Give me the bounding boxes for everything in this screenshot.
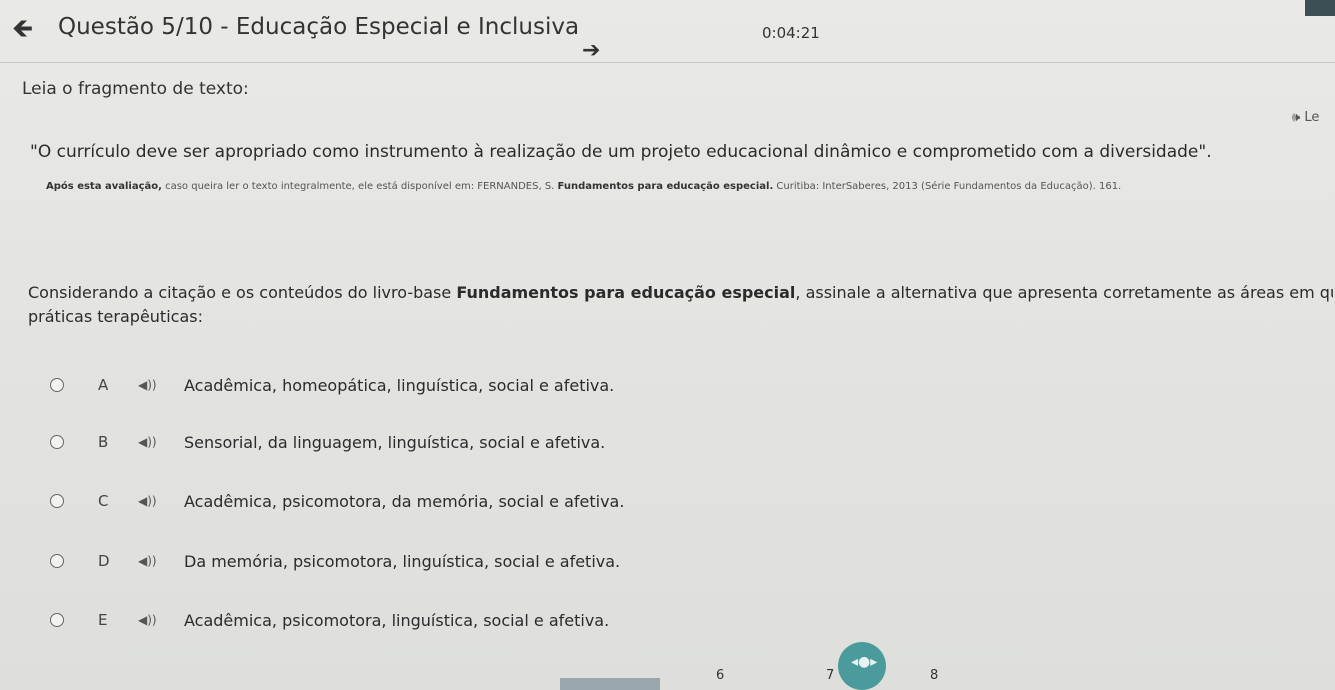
quote-text: "O currículo deve ser apropriado como in… bbox=[30, 142, 1212, 162]
radio-button[interactable] bbox=[50, 378, 64, 392]
option-c[interactable]: C ◀)) Acadêmica, psicomotora, da memória… bbox=[50, 489, 624, 513]
speaker-icon[interactable]: ◀)) bbox=[138, 435, 157, 449]
page-button-6[interactable]: 6 bbox=[716, 668, 724, 683]
option-letter: D bbox=[98, 552, 110, 570]
option-letter: A bbox=[98, 376, 109, 394]
source-tail: Curitiba: InterSaberes, 2013 (Série Fund… bbox=[773, 181, 1122, 192]
question-title: Questão 5/10 - Educação Especial e Inclu… bbox=[58, 14, 580, 40]
option-text: Acadêmica, psicomotora, linguística, soc… bbox=[184, 610, 610, 630]
option-letter: E bbox=[98, 611, 108, 629]
radio-button[interactable] bbox=[50, 554, 64, 568]
source-bold: Após esta avaliação, bbox=[46, 181, 162, 192]
question-book: Fundamentos para educação especial bbox=[456, 283, 796, 302]
option-text: Acadêmica, homeopática, linguística, soc… bbox=[184, 375, 615, 395]
option-text: Sensorial, da linguagem, linguística, so… bbox=[184, 432, 606, 452]
page-button-7[interactable]: 7 bbox=[826, 668, 834, 683]
speaker-icon[interactable]: ◀)) bbox=[138, 494, 157, 508]
speaker-icon[interactable]: ◀)) bbox=[138, 554, 157, 568]
arrow-right-icon[interactable]: ➔ bbox=[582, 38, 600, 63]
question-end: , assinale a alternativa que apresenta c… bbox=[795, 283, 1333, 302]
header-divider bbox=[0, 62, 1335, 63]
option-a[interactable]: A ◀)) Acadêmica, homeopática, linguístic… bbox=[50, 373, 614, 397]
option-b[interactable]: B ◀)) Sensorial, da linguagem, linguísti… bbox=[50, 430, 605, 454]
question-start: Considerando a citação e os conteúdos do… bbox=[28, 283, 457, 302]
read-fragment-label: Leia o fragmento de texto: bbox=[22, 79, 249, 99]
source-text: caso queira ler o texto integralmente, e… bbox=[161, 181, 558, 192]
option-text: Da memória, psicomotora, linguística, so… bbox=[184, 551, 621, 571]
source-reference: Após esta avaliação, caso queira ler o t… bbox=[46, 181, 1121, 192]
option-text: Acadêmica, psicomotora, da memória, soci… bbox=[184, 491, 625, 511]
option-d[interactable]: D ◀)) Da memória, psicomotora, linguísti… bbox=[50, 549, 620, 573]
radio-button[interactable] bbox=[50, 435, 64, 449]
listen-button[interactable]: 🕪 Le bbox=[1292, 110, 1319, 125]
question-line2: práticas terapêuticas: bbox=[28, 307, 203, 326]
speaker-icon[interactable]: ◀)) bbox=[138, 613, 157, 627]
question-text: Considerando a citação e os conteúdos do… bbox=[28, 281, 1333, 329]
timer: 0:04:21 bbox=[762, 24, 820, 42]
speaker-icon[interactable]: ◀)) bbox=[138, 378, 157, 392]
source-book: Fundamentos para educação especial. bbox=[557, 181, 774, 192]
option-e[interactable]: E ◀)) Acadêmica, psicomotora, linguístic… bbox=[50, 608, 609, 632]
page-button-5[interactable] bbox=[560, 678, 660, 690]
arrow-left-icon[interactable]: 🡸 bbox=[12, 10, 33, 54]
radio-button[interactable] bbox=[50, 613, 64, 627]
window-corner bbox=[1305, 0, 1335, 16]
option-letter: C bbox=[98, 492, 109, 510]
radio-button[interactable] bbox=[50, 494, 64, 508]
option-letter: B bbox=[98, 433, 109, 451]
direction-pad-icon[interactable]: ◂●▸ bbox=[838, 642, 886, 690]
question-pager: 6 7 ◂●▸ 8 bbox=[0, 640, 1335, 690]
page-button-8[interactable]: 8 bbox=[930, 668, 938, 683]
